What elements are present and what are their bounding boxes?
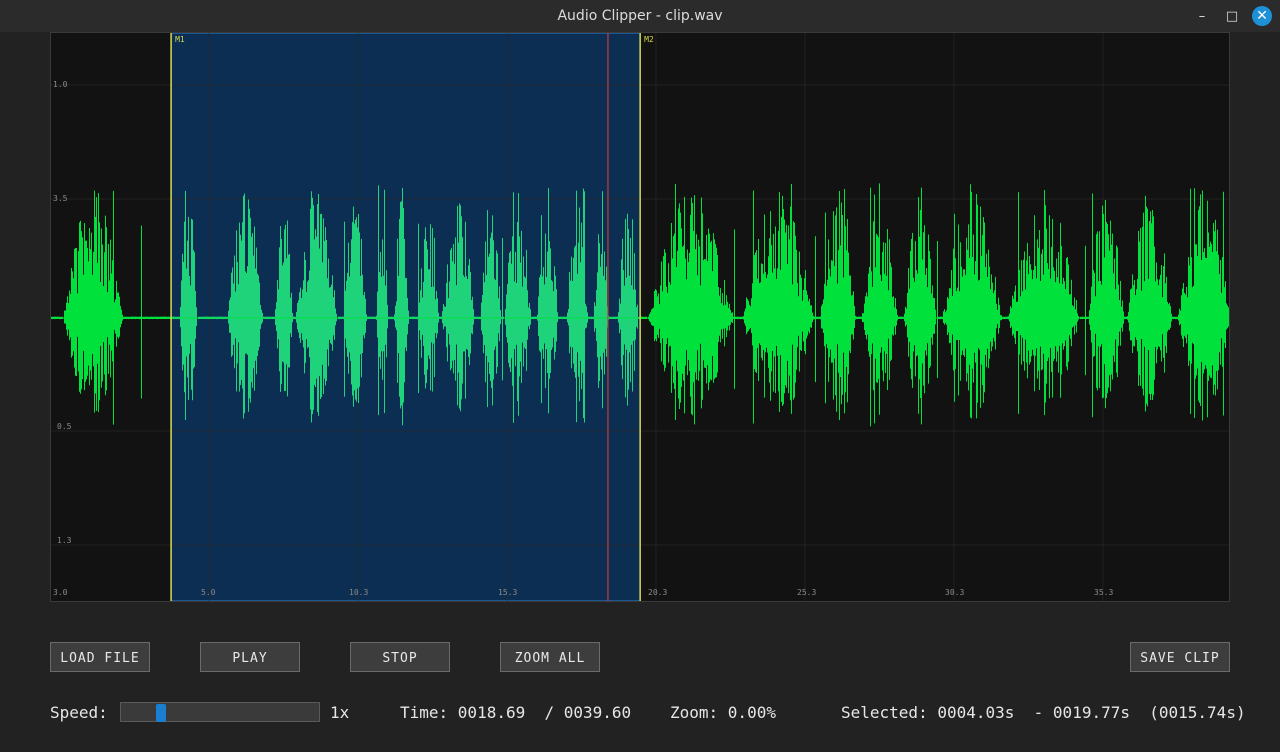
- x-tick-label: 30.3: [945, 588, 964, 597]
- marker-m1-label: M1: [175, 35, 185, 44]
- window-title: Audio Clipper - clip.wav: [557, 8, 723, 24]
- maximize-icon[interactable]: □: [1222, 6, 1242, 26]
- x-tick-label: 25.3: [797, 588, 816, 597]
- zoom-all-button[interactable]: ZOOM ALL: [500, 642, 600, 672]
- time-readout: Time: 0018.69 / 0039.60: [400, 703, 632, 722]
- y-tick-label: 0.5: [57, 422, 72, 431]
- y-tick-label: 3.5: [53, 194, 68, 203]
- y-tick-label: 3.0: [53, 588, 68, 597]
- save-clip-button[interactable]: SAVE CLIP: [1130, 642, 1230, 672]
- speed-value: 1x: [330, 703, 350, 722]
- speed-slider[interactable]: [120, 702, 320, 722]
- marker-m2-label: M2: [644, 35, 654, 44]
- y-tick-label: 1.0: [53, 80, 68, 89]
- load-file-button[interactable]: LOAD FILE: [50, 642, 150, 672]
- zoom-readout: Zoom: 0.00%: [670, 703, 776, 722]
- waveform-canvas[interactable]: M1 M2 5.0 10.3 15.3 20.3 25.3 30.3 35.3 1.0 3.5 0.5…: [51, 33, 1229, 601]
- minimize-icon[interactable]: –: [1192, 6, 1212, 26]
- selection-readout: Selected: 0004.03s - 0019.77s (0015.74s): [841, 703, 1246, 722]
- play-button[interactable]: PLAY: [200, 642, 300, 672]
- speed-slider-thumb[interactable]: [155, 704, 166, 722]
- stop-button[interactable]: STOP: [350, 642, 450, 672]
- speed-label: Speed:: [50, 703, 108, 722]
- x-tick-label: 5.0: [201, 588, 216, 597]
- title-bar: Audio Clipper - clip.wav – □ ✕: [0, 0, 1280, 32]
- x-tick-label: 15.3: [498, 588, 517, 597]
- x-tick-label: 35.3: [1094, 588, 1113, 597]
- y-tick-label: 1.3: [57, 536, 72, 545]
- waveform-panel[interactable]: M1 M2 5.0 10.3 15.3 20.3 25.3 30.3 35.3 1.0 3.5 0.5…: [50, 32, 1230, 602]
- x-tick-label: 10.3: [349, 588, 368, 597]
- close-icon[interactable]: ✕: [1252, 6, 1272, 26]
- x-tick-label: 20.3: [648, 588, 667, 597]
- window-controls: – □ ✕: [1192, 6, 1272, 26]
